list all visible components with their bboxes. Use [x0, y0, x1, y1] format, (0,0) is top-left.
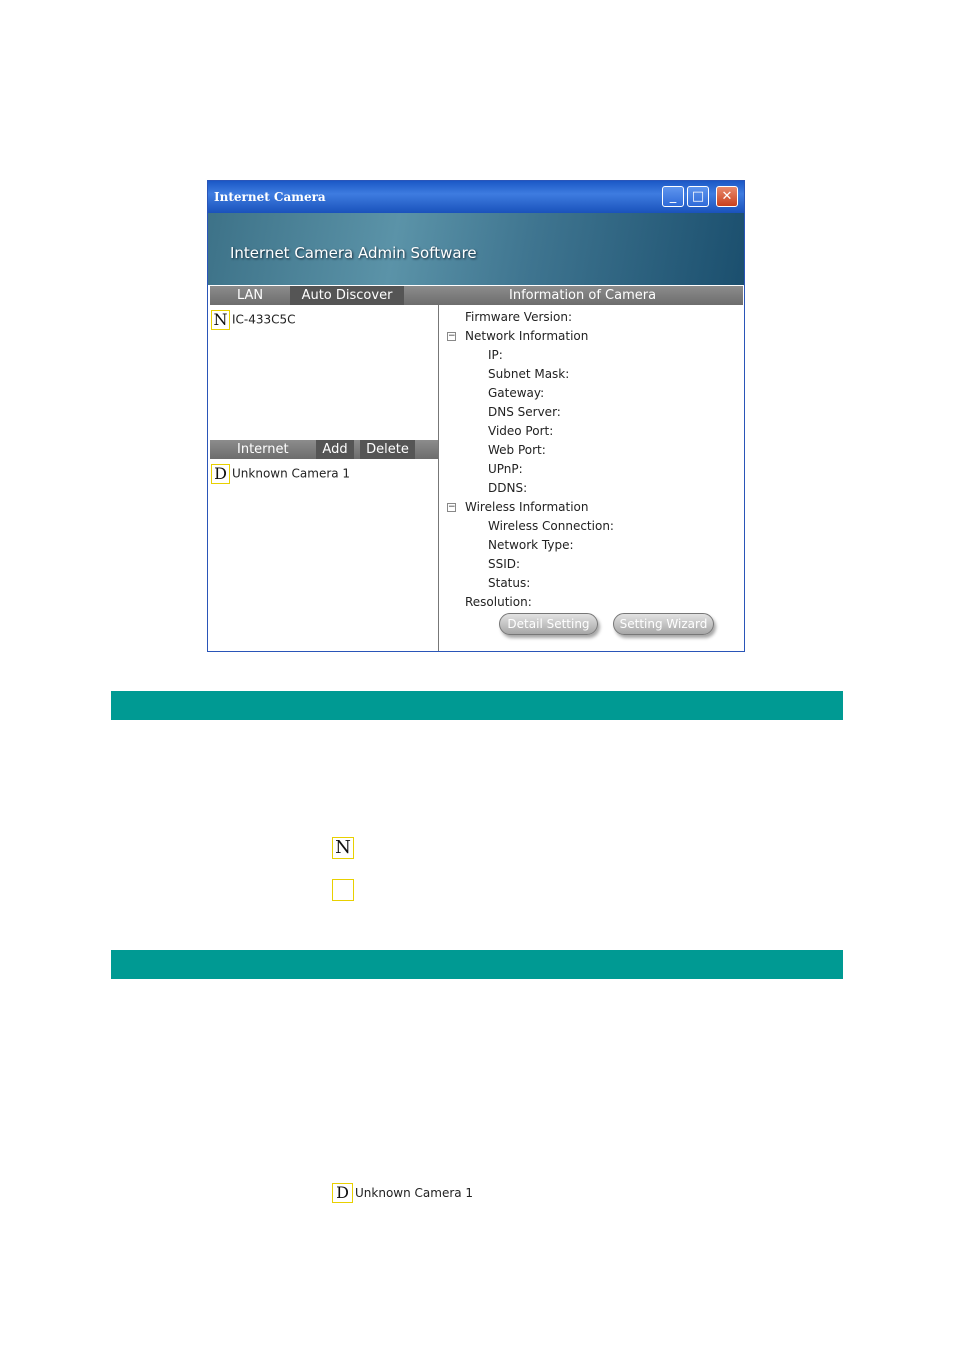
info-header-label: Information of Camera [509, 288, 657, 303]
lan-header: LAN Auto Discover [210, 286, 440, 305]
web-port-label: Web Port: [488, 443, 546, 457]
section-bar-1 [111, 691, 843, 720]
internet-camera-item[interactable]: D Unknown Camera 1 [211, 464, 350, 484]
camera-status-icon: D [211, 464, 230, 484]
window-title: Internet Camera [214, 190, 326, 204]
internet-camera-list: D Unknown Camera 1 [210, 459, 438, 649]
internet-camera-window: Internet Camera _ □ ✕ Internet Camera Ad… [207, 180, 745, 652]
setting-wizard-button[interactable]: Setting Wizard [613, 613, 714, 635]
banner: Internet Camera Admin Software [208, 213, 744, 285]
lan-label: LAN [237, 288, 264, 303]
subnet-mask-label: Subnet Mask: [488, 367, 570, 381]
doc-camera-example: D Unknown Camera 1 [332, 1182, 473, 1203]
banner-title: Internet Camera Admin Software [230, 244, 477, 262]
n-badge-icon: N [332, 837, 354, 859]
collapse-network-icon[interactable]: − [447, 332, 456, 341]
maximize-button[interactable]: □ [687, 186, 709, 207]
camera-status-icon: N [211, 310, 230, 330]
auto-discover-button[interactable]: Auto Discover [290, 286, 404, 305]
detail-setting-button[interactable]: Detail Setting [499, 613, 598, 635]
camera-name: IC-433C5C [232, 312, 296, 327]
ssid-label: SSID: [488, 557, 521, 571]
upnp-label: UPnP: [488, 462, 523, 476]
d-badge-icon: D [332, 1182, 353, 1203]
pane-divider[interactable] [438, 305, 439, 651]
network-information-group[interactable]: Network Information [465, 329, 588, 343]
dns-server-label: DNS Server: [488, 405, 561, 419]
internet-label: Internet [237, 442, 289, 457]
minimize-button[interactable]: _ [662, 186, 684, 207]
resolution-label: Resolution: [465, 595, 532, 609]
network-type-label: Network Type: [488, 538, 574, 552]
wireless-information-group[interactable]: Wireless Information [465, 500, 589, 514]
ip-label: IP: [488, 348, 503, 362]
close-button[interactable]: ✕ [716, 186, 738, 207]
ddns-label: DDNS: [488, 481, 528, 495]
camera-name: Unknown Camera 1 [232, 466, 351, 481]
internet-header: Internet Add Delete [210, 440, 439, 459]
wireless-connection-label: Wireless Connection: [488, 519, 614, 533]
info-header: Information of Camera [440, 286, 743, 305]
empty-badge-icon [332, 879, 354, 901]
lan-camera-item[interactable]: N IC-433C5C [211, 310, 296, 330]
video-port-label: Video Port: [488, 424, 554, 438]
collapse-wireless-icon[interactable]: − [447, 503, 456, 512]
section-bar-2 [111, 950, 843, 979]
status-label: Status: [488, 576, 531, 590]
doc-camera-label: Unknown Camera 1 [355, 1186, 474, 1200]
firmware-version-label: Firmware Version: [465, 310, 572, 324]
add-button[interactable]: Add [316, 440, 354, 459]
gateway-label: Gateway: [488, 386, 545, 400]
lan-camera-list: N IC-433C5C [210, 305, 438, 435]
delete-button[interactable]: Delete [360, 440, 415, 459]
title-bar[interactable]: Internet Camera _ □ ✕ [208, 181, 744, 213]
